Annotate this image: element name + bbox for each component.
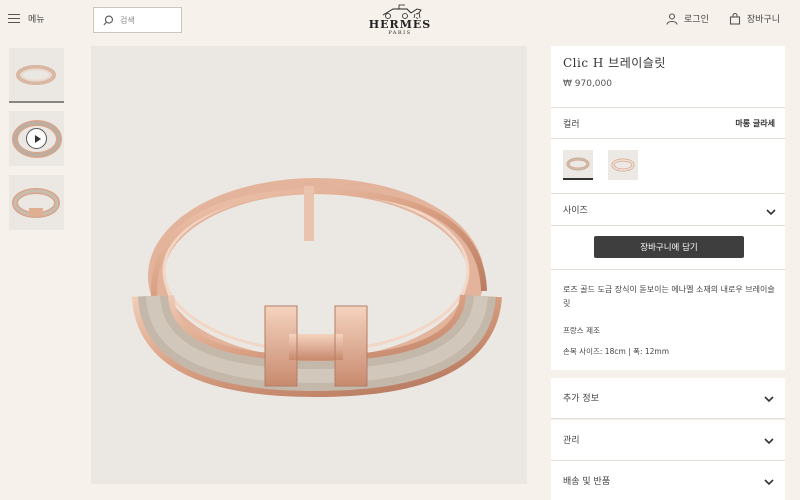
cart-link[interactable]: 장바구니 bbox=[729, 12, 780, 25]
divider bbox=[551, 107, 785, 108]
divider bbox=[551, 138, 785, 139]
color-swatch-marron-glace[interactable] bbox=[563, 150, 593, 180]
site-header: 메뉴 HERMÈS PARIS 로그인 bbox=[0, 0, 800, 40]
login-link[interactable]: 로그인 bbox=[666, 12, 709, 25]
bracelet-thumbnail-image bbox=[16, 65, 56, 85]
hermes-logo[interactable]: HERMÈS PARIS bbox=[360, 3, 440, 36]
add-to-cart-button[interactable]: 장바구니에 담기 bbox=[594, 236, 744, 258]
divider bbox=[551, 225, 785, 226]
menu-label: 메뉴 bbox=[28, 15, 45, 25]
user-icon bbox=[666, 12, 678, 25]
color-value: 마롱 글라세 bbox=[735, 119, 775, 128]
menu-button[interactable]: 메뉴 bbox=[8, 12, 45, 25]
menu-icon bbox=[8, 13, 20, 24]
chevron-down-icon bbox=[764, 396, 774, 403]
color-swatch-2[interactable] bbox=[608, 150, 638, 180]
thumbnail-1[interactable] bbox=[9, 48, 64, 103]
divider bbox=[551, 193, 785, 194]
swatch-image bbox=[566, 157, 590, 171]
accordion-label: 배송 및 반품 bbox=[563, 477, 611, 487]
chevron-down-icon bbox=[764, 479, 774, 486]
color-label: 컬러 bbox=[563, 120, 580, 130]
made-in-text: 프랑스 제조 bbox=[563, 326, 600, 335]
dimensions-text: 손목 사이즈: 18cm | 폭: 12mm bbox=[563, 347, 670, 356]
carriage-logo-icon bbox=[382, 4, 422, 19]
bag-icon bbox=[729, 12, 740, 25]
bracelet-thumbnail-image-2 bbox=[12, 188, 60, 218]
thumbnail-video[interactable] bbox=[9, 111, 64, 166]
product-main-image bbox=[91, 46, 527, 484]
search-box[interactable] bbox=[93, 7, 182, 33]
divider bbox=[551, 418, 785, 419]
divider bbox=[551, 269, 785, 270]
header-actions: 로그인 장바구니 bbox=[666, 12, 780, 25]
accordion-care[interactable]: 관리 bbox=[551, 420, 785, 460]
product-price: ₩ 970,000 bbox=[563, 79, 612, 89]
logo-name: HERMÈS bbox=[368, 18, 432, 31]
login-label: 로그인 bbox=[684, 15, 709, 25]
chevron-down-icon bbox=[764, 438, 774, 445]
size-label: 사이즈 bbox=[563, 206, 588, 216]
accordion-additional-info[interactable]: 추가 정보 bbox=[551, 378, 785, 418]
product-title: Clic H 브레이슬릿 bbox=[563, 56, 666, 70]
accordion-label: 추가 정보 bbox=[563, 394, 599, 404]
bracelet-image bbox=[132, 178, 502, 398]
play-icon bbox=[26, 128, 47, 149]
accordion-shipping-returns[interactable]: 배송 및 반품 bbox=[551, 461, 785, 500]
accordion-label: 관리 bbox=[563, 436, 580, 446]
search-icon bbox=[103, 15, 113, 25]
cart-label: 장바구니 bbox=[746, 15, 780, 25]
product-description: 로즈 골드 도금 장식이 돋보이는 에나멜 소재의 내로우 브레이슬릿 bbox=[563, 285, 775, 308]
search-input[interactable] bbox=[120, 15, 180, 25]
thumbnail-3[interactable] bbox=[9, 175, 64, 230]
swatch-image bbox=[611, 158, 635, 172]
chevron-down-icon[interactable] bbox=[765, 206, 777, 218]
